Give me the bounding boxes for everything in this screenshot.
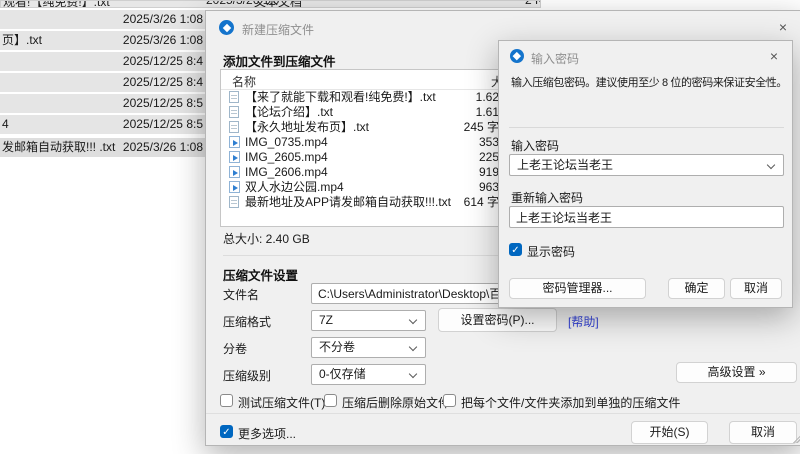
explorer-row[interactable]: 2025/12/25 8:4 xyxy=(0,52,205,71)
chevron-down-icon xyxy=(408,315,418,325)
txt-file-icon xyxy=(229,106,239,118)
volume-value: 不分卷 xyxy=(319,340,356,354)
advanced-settings-button[interactable]: 高级设置 » xyxy=(676,362,797,383)
file-name: 【来了就能下载和观看!纯免费!】.txt xyxy=(245,90,436,104)
file-name: 最新地址及APP请发邮箱自动获取!!!.txt xyxy=(245,195,452,209)
divider xyxy=(206,413,800,414)
file-size: 353 xyxy=(478,135,499,149)
file-date: 2025/12/25 8:5 xyxy=(122,96,203,110)
file-name: 发邮箱自动获取!!! .txt xyxy=(2,140,116,154)
add-files-section-title: 添加文件到压缩文件 xyxy=(223,55,336,69)
video-file-icon xyxy=(229,136,240,148)
more-options-checkbox[interactable]: ✓ xyxy=(220,425,233,438)
file-size: 2 KB xyxy=(525,0,540,7)
explorer-row[interactable]: 2025/12/25 8:4 xyxy=(0,73,205,92)
cancel-button[interactable]: 取消 xyxy=(729,421,797,444)
file-name: 观看!【纯免费!】.txt xyxy=(3,0,110,8)
screen: 观看!【纯免费!】.txt 2025/3/26 1:0 文本文档 2 KB 20… xyxy=(0,0,800,454)
file-size: 245 字 xyxy=(463,120,499,134)
format-select[interactable]: 7Z xyxy=(311,310,426,331)
file-name: IMG_0735.mp4 xyxy=(245,135,328,149)
file-size: 225 xyxy=(478,150,499,164)
volume-select[interactable]: 不分卷 xyxy=(311,337,426,358)
format-label: 压缩格式 xyxy=(223,315,272,329)
txt-file-icon xyxy=(229,121,239,133)
show-password-label[interactable]: 显示密码 xyxy=(527,243,575,260)
explorer-row[interactable]: 2025/3/26 1:08 xyxy=(0,10,205,29)
start-button[interactable]: 开始(S) xyxy=(631,421,708,444)
level-value: 0-仅存储 xyxy=(319,367,366,381)
video-file-icon xyxy=(229,166,240,178)
level-label: 压缩级别 xyxy=(223,369,272,383)
chevron-down-icon xyxy=(408,369,418,379)
close-icon[interactable]: × xyxy=(761,47,787,65)
file-name: 双人水边公园.mp4 xyxy=(245,180,344,194)
file-date: 2025/3/26 1:08 xyxy=(122,140,203,154)
file-size: 919 xyxy=(478,165,499,179)
file-size: 614 字 xyxy=(463,195,499,209)
dialog-title: 新建压缩文件 xyxy=(242,23,315,37)
enter-password-dialog: 输入密码 × 输入压缩包密码。建议使用至少 8 位的密码来保证安全性。 输入密码… xyxy=(498,40,793,308)
close-icon[interactable]: × xyxy=(770,18,796,36)
confirm-password-input[interactable] xyxy=(509,206,784,228)
filename-label: 文件名 xyxy=(223,288,260,302)
cancel-button[interactable]: 取消 xyxy=(730,278,782,299)
test-archive-label: 测试压缩文件(T) xyxy=(238,396,326,410)
file-size: 1.61 xyxy=(475,105,499,119)
divider xyxy=(509,127,784,128)
file-size: 1.62 xyxy=(475,90,499,104)
delete-after-label: 压缩后删除原始文件 xyxy=(342,396,451,410)
password-label: 输入密码 xyxy=(511,139,560,153)
file-name: IMG_2606.mp4 xyxy=(245,165,328,179)
separate-archives-checkbox[interactable] xyxy=(443,394,456,407)
txt-file-icon xyxy=(229,91,239,103)
file-date: 2025/3/26 1:08 xyxy=(122,33,203,47)
chevron-down-icon xyxy=(408,342,418,352)
test-archive-checkbox[interactable] xyxy=(220,394,233,407)
file-date: 2025/12/25 8:4 xyxy=(122,54,203,68)
video-file-icon xyxy=(229,181,240,193)
file-name: 【论坛介绍】.txt xyxy=(245,105,334,119)
settings-section-title: 压缩文件设置 xyxy=(223,269,299,283)
password-description: 输入压缩包密码。建议使用至少 8 位的密码来保证安全性。 xyxy=(511,77,787,89)
ok-button[interactable]: 确定 xyxy=(668,278,725,299)
explorer-row[interactable]: 页】.txt 2025/3/26 1:08 xyxy=(0,31,205,50)
app-icon xyxy=(510,49,524,63)
help-link[interactable]: [帮助] xyxy=(568,313,599,330)
explorer-row[interactable]: 2025/12/25 8:5 xyxy=(0,94,205,113)
level-select[interactable]: 0-仅存储 xyxy=(311,364,426,385)
file-name: IMG_2605.mp4 xyxy=(245,150,328,164)
set-password-button[interactable]: 设置密码(P)... xyxy=(438,308,557,332)
show-password-checkbox[interactable]: ✓ xyxy=(509,243,522,256)
file-date: 2025/3/26 1:08 xyxy=(122,12,203,26)
chevron-down-icon xyxy=(766,160,776,170)
format-value: 7Z xyxy=(319,313,334,327)
file-date: 2025/12/25 8:4 xyxy=(122,75,203,89)
column-name[interactable]: 名称 xyxy=(232,73,256,90)
password-manager-button[interactable]: 密码管理器... xyxy=(509,278,646,299)
app-icon xyxy=(219,20,234,35)
file-type: 文本文档 xyxy=(254,0,303,8)
password-combobox[interactable]: 上老王论坛当老王 xyxy=(509,154,784,176)
file-name: 4 xyxy=(2,117,9,131)
delete-after-checkbox[interactable] xyxy=(324,394,337,407)
explorer-row[interactable]: 4 2025/12/25 8:5 xyxy=(0,115,205,134)
file-name: 页】.txt xyxy=(2,33,43,47)
explorer-row-clipped[interactable]: 观看!【纯免费!】.txt 2025/3/26 1:0 文本文档 2 KB xyxy=(0,0,541,8)
txt-file-icon xyxy=(229,196,239,208)
total-size: 总大小: 2.40 GB xyxy=(223,232,310,246)
more-options-label[interactable]: 更多选项... xyxy=(238,425,296,442)
file-name: 【永久地址发布页】.txt xyxy=(245,120,370,134)
password-value: 上老王论坛当老王 xyxy=(517,158,614,172)
dialog-title: 输入密码 xyxy=(531,52,580,66)
explorer-row[interactable]: 发邮箱自动获取!!! .txt 2025/3/26 1:08 xyxy=(0,138,205,157)
video-file-icon xyxy=(229,151,240,163)
volume-label: 分卷 xyxy=(223,342,248,356)
resize-grip[interactable] xyxy=(792,435,800,443)
separate-archives-label: 把每个文件/文件夹添加到单独的压缩文件 xyxy=(461,396,681,410)
file-size: 963 xyxy=(478,180,499,194)
confirm-password-label: 重新输入密码 xyxy=(511,191,584,205)
file-date: 2025/12/25 8:5 xyxy=(122,117,203,131)
